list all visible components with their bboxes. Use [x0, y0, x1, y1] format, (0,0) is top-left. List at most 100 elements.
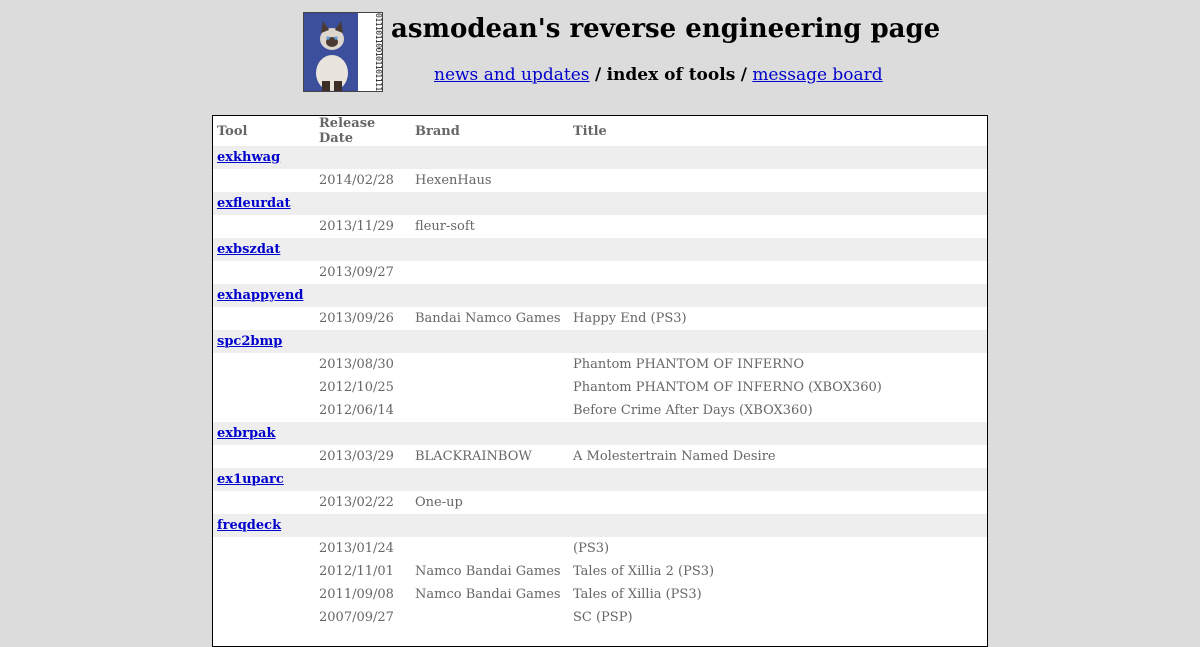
release-title: Tales of Xillia (PS3) — [573, 587, 702, 602]
release-empty-cell — [213, 169, 315, 192]
top-nav: news and updates / index of tools / mess… — [434, 65, 883, 85]
release-date: 2013/02/22 — [319, 495, 394, 510]
release-brand: One-up — [415, 495, 463, 510]
tool-link[interactable]: exbszdat — [217, 242, 280, 257]
release-brand: HexenHaus — [415, 173, 492, 188]
release-brand — [411, 606, 569, 629]
tool-link[interactable]: ex1uparc — [217, 472, 284, 487]
column-header-tool: Tool — [217, 123, 248, 139]
release-row: 2013/02/22 One-up — [213, 491, 987, 514]
release-title: Happy End (PS3) — [573, 311, 687, 326]
release-brand — [411, 353, 569, 376]
tool-name-cell: exbszdat — [213, 238, 987, 261]
release-row: 2011/09/08 Namco Bandai Games Tales of Xil… — [213, 583, 987, 606]
release-date: 2013/01/24 — [319, 541, 394, 556]
release-row: 2013/08/30 Phantom PHANTOM OF INFERNO — [213, 353, 987, 376]
release-date: 2011/09/08 — [319, 587, 394, 602]
release-row: 2013/11/29 fleur-soft — [213, 215, 987, 238]
tools-table-body: exkhwag 2014/02/28 HexenHaus exfleurdat 2013… — [213, 146, 987, 629]
release-date: 2013/08/30 — [319, 357, 394, 372]
tools-table-container: Tool Release Date Brand Title exkhwag 201… — [212, 115, 988, 647]
release-brand — [411, 261, 569, 284]
release-date: 2013/09/27 — [319, 265, 394, 280]
release-row: 2013/09/26 Bandai Namco Games Happy End (… — [213, 307, 987, 330]
release-empty-cell — [213, 399, 315, 422]
tool-name-cell: spc2bmp — [213, 330, 987, 353]
tool-name-cell: freqdeck — [213, 514, 987, 537]
tool-name-cell: exfleurdat — [213, 192, 987, 215]
site-logo: 0111011001011011110101010010 — [303, 12, 383, 92]
release-title — [569, 215, 987, 238]
tool-row: exhappyend — [213, 284, 987, 307]
release-brand: BLACKRAINBOW — [415, 449, 532, 464]
site-title: asmodean's reverse engineering page — [391, 14, 941, 44]
tool-row: exbrpak — [213, 422, 987, 445]
release-empty-cell — [213, 376, 315, 399]
release-brand — [411, 376, 569, 399]
release-title — [569, 261, 987, 284]
tool-link[interactable]: exhappyend — [217, 288, 303, 303]
tool-row: exkhwag — [213, 146, 987, 169]
release-row: 2014/02/28 HexenHaus — [213, 169, 987, 192]
release-empty-cell — [213, 307, 315, 330]
release-row: 2012/06/14 Before Crime After Days (XBOX… — [213, 399, 987, 422]
tool-link[interactable]: exbrpak — [217, 426, 275, 441]
tool-name-cell: exhappyend — [213, 284, 987, 307]
release-empty-cell — [213, 560, 315, 583]
column-header-title: Title — [573, 123, 607, 139]
tool-row: spc2bmp — [213, 330, 987, 353]
release-row: 2012/10/25 Phantom PHANTOM OF INFERNO (XB… — [213, 376, 987, 399]
release-row: 2007/09/27 SC (PSP) — [213, 606, 987, 629]
tool-row: freqdeck — [213, 514, 987, 537]
tool-link[interactable]: spc2bmp — [217, 334, 282, 349]
release-row: 2012/11/01 Namco Bandai Games Tales of Xil… — [213, 560, 987, 583]
release-brand: fleur-soft — [415, 219, 475, 234]
release-title: A Molestertrain Named Desire — [573, 449, 776, 464]
release-title: Tales of Xillia 2 (PS3) — [573, 564, 715, 579]
release-title: Phantom PHANTOM OF INFERNO — [573, 357, 805, 372]
release-date: 2012/11/01 — [319, 564, 394, 579]
tool-link[interactable]: freqdeck — [217, 518, 281, 533]
release-empty-cell — [213, 261, 315, 284]
release-date: 2014/02/28 — [319, 173, 394, 188]
tools-table: Tool Release Date Brand Title exkhwag 201… — [213, 116, 987, 629]
release-date: 2013/11/29 — [319, 219, 394, 234]
release-empty-cell — [213, 491, 315, 514]
release-date: 2013/09/26 — [319, 311, 394, 326]
binary-strip: 0111011001011011110101010010 — [358, 13, 382, 91]
release-brand — [411, 399, 569, 422]
tool-name-cell: exbrpak — [213, 422, 987, 445]
release-empty-cell — [213, 583, 315, 606]
release-title: Before Crime After Days (XBOX360) — [573, 403, 813, 418]
release-row: 2013/03/29 BLACKRAINBOW A Molestertrain N… — [213, 445, 987, 468]
tool-link[interactable]: exkhwag — [217, 150, 280, 165]
release-brand — [411, 537, 569, 560]
column-header-brand: Brand — [415, 123, 460, 139]
release-date: 2012/10/25 — [319, 380, 394, 395]
tool-name-cell: exkhwag — [213, 146, 987, 169]
tool-row: ex1uparc — [213, 468, 987, 491]
release-empty-cell — [213, 445, 315, 468]
release-empty-cell — [213, 215, 315, 238]
nav-separator: / — [740, 65, 747, 85]
nav-news-link[interactable]: news and updates — [434, 65, 590, 85]
release-title — [569, 169, 987, 192]
column-header-date: Release Date — [319, 116, 376, 146]
tool-row: exbszdat — [213, 238, 987, 261]
release-empty-cell — [213, 606, 315, 629]
release-title: SC (PSP) — [573, 610, 633, 625]
release-title: Phantom PHANTOM OF INFERNO (XBOX360) — [573, 380, 882, 395]
release-empty-cell — [213, 537, 315, 560]
release-brand: Namco Bandai Games — [415, 564, 561, 579]
release-date: 2013/03/29 — [319, 449, 394, 464]
nav-separator: / — [594, 65, 602, 85]
nav-board-link[interactable]: message board — [752, 65, 882, 85]
release-empty-cell — [213, 353, 315, 376]
tool-link[interactable]: exfleurdat — [217, 196, 291, 211]
release-row: 2013/09/27 — [213, 261, 987, 284]
release-date: 2007/09/27 — [319, 610, 394, 625]
release-row: 2013/01/24 (PS3) — [213, 537, 987, 560]
tool-name-cell: ex1uparc — [213, 468, 987, 491]
cat-photo-icon — [304, 13, 360, 91]
release-title: (PS3) — [573, 541, 610, 556]
